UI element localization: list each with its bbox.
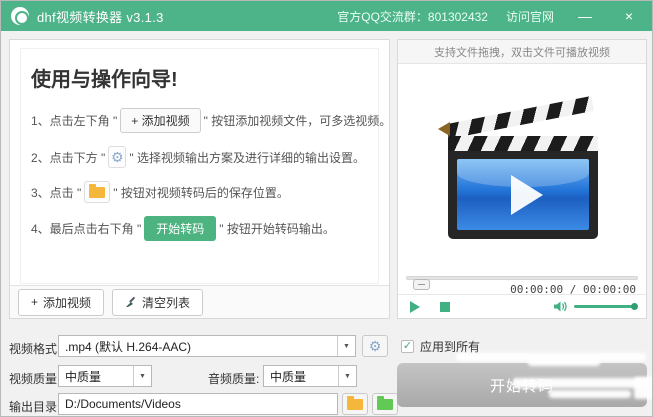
open-folder-button[interactable]: [372, 393, 398, 415]
add-video-sample-button: + 添加视频: [120, 108, 200, 133]
title-bar: dhf视频转换器 v3.1.3 官方QQ交流群：801302432 访问官网 —…: [1, 1, 652, 31]
chevron-down-icon[interactable]: ▼: [337, 336, 355, 356]
guide-step-1: 1、点击左下角 " + 添加视频 " 按钮添加视频文件，可多选视频。: [31, 108, 368, 133]
speaker-icon[interactable]: [553, 300, 568, 313]
format-select[interactable]: .mp4 (默认 H.264-AAC) ▼: [58, 335, 356, 357]
format-label: 视频格式:: [9, 340, 60, 357]
app-window: dhf视频转换器 v3.1.3 官方QQ交流群：801302432 访问官网 —…: [0, 0, 653, 417]
step-text: " 按钮添加视频文件，可多选视频。: [204, 112, 392, 129]
chevron-down-icon[interactable]: ▼: [338, 366, 356, 386]
audio-quality-label: 音频质量:: [208, 370, 259, 387]
stop-button[interactable]: [440, 302, 450, 312]
step-text: 1、点击左下角 ": [31, 112, 117, 129]
play-overlay-icon: [511, 175, 543, 215]
output-dir-value: D:/Documents/Videos: [59, 397, 337, 411]
seek-handle[interactable]: [413, 279, 430, 290]
clapperboard-placeholder-icon: [440, 92, 605, 242]
video-quality-value: 中质量: [59, 368, 133, 385]
volume-handle[interactable]: [631, 303, 638, 310]
video-quality-select[interactable]: 中质量 ▼: [58, 365, 152, 387]
qq-group-text: 官方QQ交流群：801302432: [337, 8, 488, 25]
play-button[interactable]: [410, 301, 420, 313]
volume-slider[interactable]: [574, 305, 636, 308]
minimize-button[interactable]: —: [572, 8, 598, 24]
step-text: " 按钮对视频转码后的保存位置。: [113, 184, 289, 201]
window-title: dhf视频转换器 v3.1.3: [37, 7, 164, 26]
guide-step-4: 4、最后点击右下角 " 开始转码 " 按钮开始转码输出。: [31, 216, 368, 241]
step-text: 3、点击 ": [31, 184, 81, 201]
list-footer: + 添加视频 清空列表: [10, 285, 389, 318]
usage-guide: 使用与操作向导! 1、点击左下角 " + 添加视频 " 按钮添加视频文件，可多选…: [20, 48, 379, 284]
plus-icon: +: [131, 114, 141, 128]
output-dir-input[interactable]: D:/Documents/Videos: [58, 393, 338, 415]
step-text: 4、最后点击右下角 ": [31, 220, 141, 237]
step-text: 2、点击下方 ": [31, 149, 105, 166]
seek-bar[interactable]: [406, 276, 638, 280]
watermark-smear: [456, 353, 646, 361]
open-folder-icon: [377, 399, 393, 410]
seek-zone: 00:00:00 / 00:00:00: [398, 270, 646, 296]
audio-quality-select[interactable]: 中质量 ▼: [263, 365, 357, 387]
close-button[interactable]: ×: [616, 8, 642, 24]
guide-step-2: 2、点击下方 " ⚙ " 选择视频输出方案及进行详细的输出设置。: [31, 146, 368, 168]
format-settings-button[interactable]: ⚙: [362, 335, 388, 357]
drop-hint: 支持文件拖拽，双击文件可播放视频: [398, 40, 646, 64]
gear-icon: ⚙: [111, 150, 124, 164]
add-video-button[interactable]: + 添加视频: [18, 289, 104, 316]
step-text: " 选择视频输出方案及进行详细的输出设置。: [129, 149, 365, 166]
folder-sample-button: [84, 181, 110, 203]
broom-icon: [125, 296, 137, 308]
folder-icon: [347, 399, 363, 410]
start-transcode-sample-button: 开始转码: [144, 216, 216, 241]
guide-step-3: 3、点击 " " 按钮对视频转码后的保存位置。: [31, 181, 368, 203]
player-controls: [398, 294, 646, 318]
browse-folder-button[interactable]: [342, 393, 368, 415]
video-quality-label: 视频质量:: [9, 370, 60, 387]
file-list-panel: 使用与操作向导! 1、点击左下角 " + 添加视频 " 按钮添加视频文件，可多选…: [9, 39, 390, 319]
plus-icon: +: [31, 295, 38, 309]
gear-icon: ⚙: [369, 339, 382, 353]
player-view[interactable]: [398, 64, 646, 270]
output-dir-label: 输出目录:: [9, 398, 60, 415]
step-text: " 按钮开始转码输出。: [219, 220, 335, 237]
folder-icon: [89, 187, 105, 198]
checkbox-checked-icon[interactable]: ✓: [401, 340, 414, 353]
clear-list-button[interactable]: 清空列表: [112, 289, 203, 316]
apply-all-checkbox[interactable]: ✓ 应用到所有: [401, 338, 480, 355]
chevron-down-icon[interactable]: ▼: [133, 366, 151, 386]
guide-heading: 使用与操作向导!: [31, 63, 368, 92]
visit-site-link[interactable]: 访问官网: [506, 8, 554, 25]
apply-all-label: 应用到所有: [420, 338, 480, 355]
start-transcode-button[interactable]: 开始转码: [397, 363, 647, 407]
audio-quality-value: 中质量: [264, 368, 338, 385]
app-logo-icon: [11, 7, 29, 25]
settings-sample-button: ⚙: [108, 146, 126, 168]
player-panel: 支持文件拖拽，双击文件可播放视频 00:00:00 / 00:00:00: [397, 39, 647, 319]
format-value: .mp4 (默认 H.264-AAC): [59, 338, 337, 355]
